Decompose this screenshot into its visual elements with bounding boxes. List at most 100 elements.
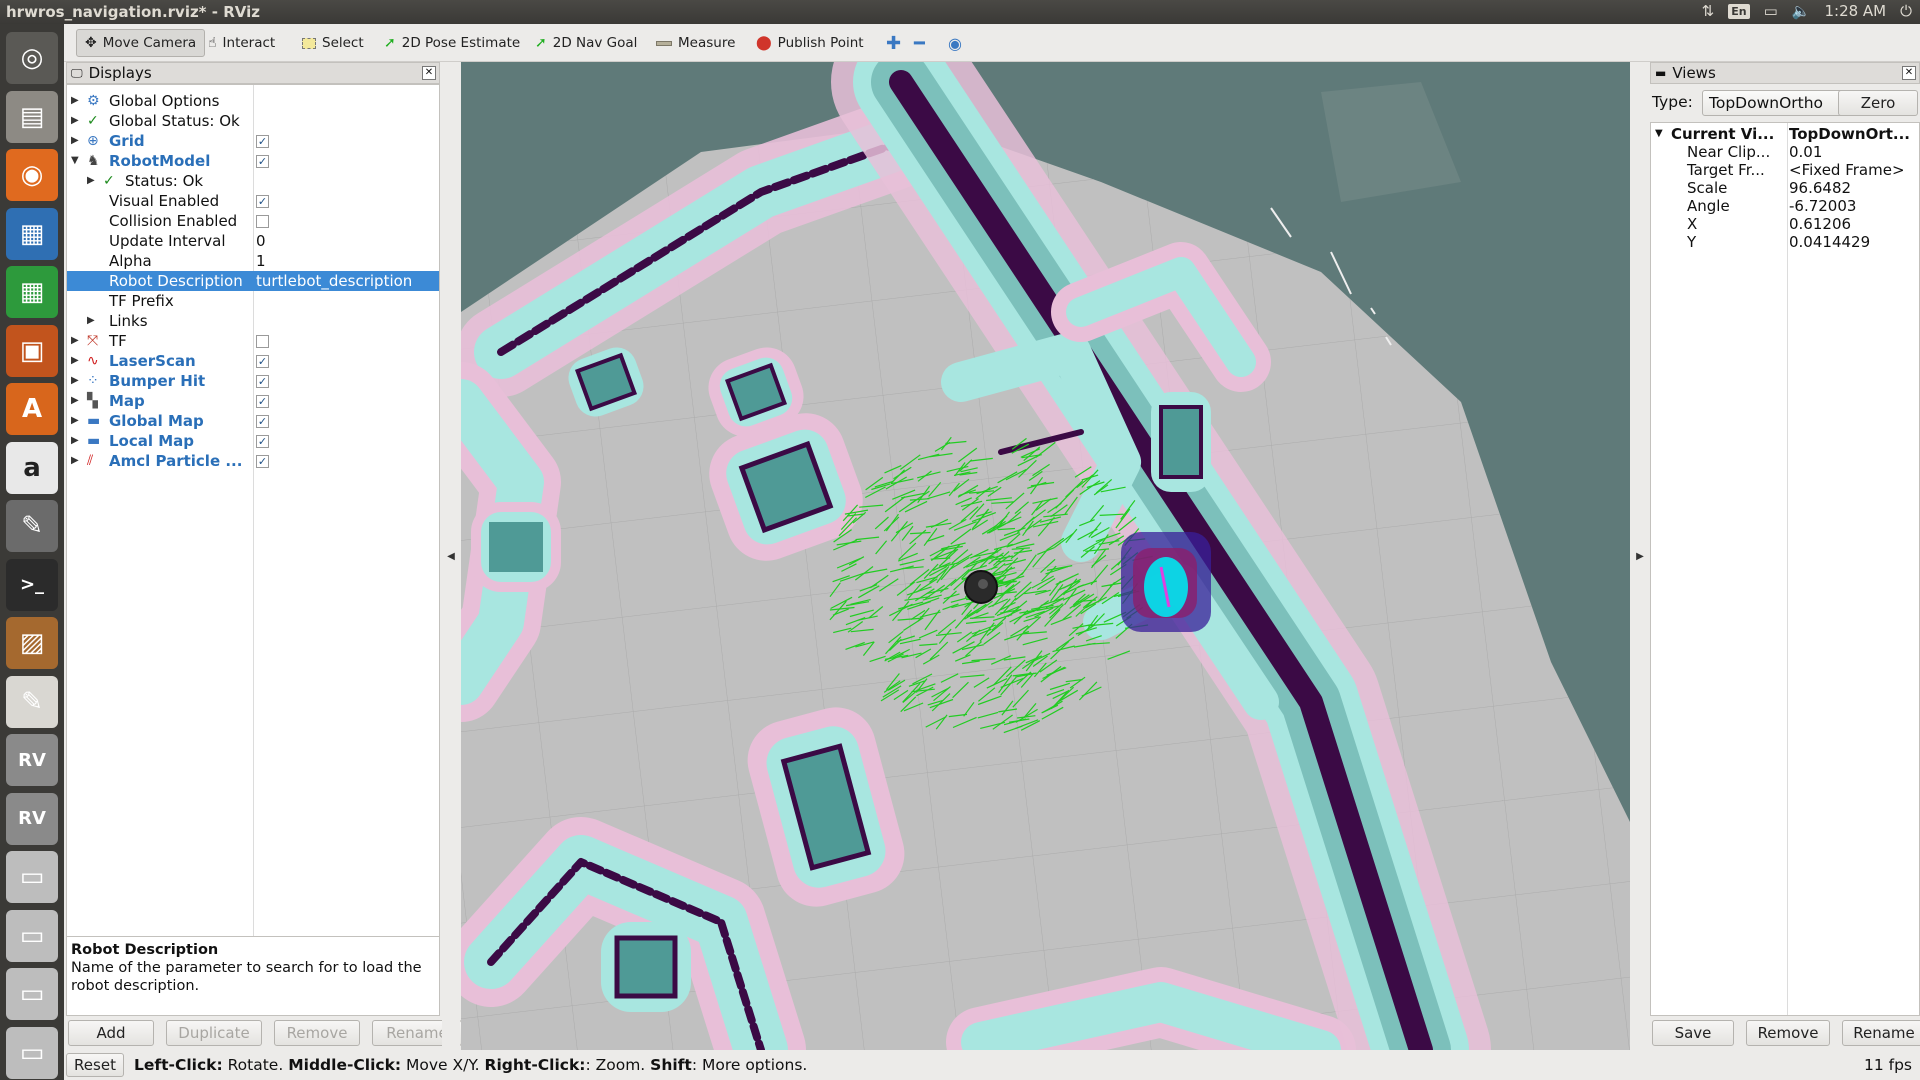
reset-button[interactable]: Reset <box>66 1053 124 1077</box>
expand-arrow-icon[interactable]: ▶ <box>71 451 79 471</box>
display-checkbox[interactable] <box>256 335 269 348</box>
display-row-value[interactable]: 1 <box>256 251 266 271</box>
keyboard-language[interactable]: En <box>1728 3 1750 19</box>
view-property-value[interactable]: 0.61206 <box>1789 215 1851 233</box>
select-tool[interactable]: Select <box>294 29 372 57</box>
display-checkbox[interactable]: ✓ <box>256 195 269 208</box>
drive-icon[interactable]: ▭ <box>6 909 58 962</box>
display-row[interactable]: ▶ ✓ Status: Ok <box>67 171 439 191</box>
display-row-value[interactable]: 0 <box>256 231 266 251</box>
view-property-value[interactable]: 0.01 <box>1789 143 1822 161</box>
drive-icon[interactable]: ▭ <box>6 968 58 1020</box>
pose-estimate-tool[interactable]: ➚ 2D Pose Estimate <box>376 29 528 57</box>
battery-icon[interactable]: ▭ <box>1764 2 1778 20</box>
display-row[interactable]: Alpha 1 <box>67 251 439 271</box>
box-icon[interactable]: ▨ <box>6 617 58 669</box>
display-checkbox[interactable]: ✓ <box>256 415 269 428</box>
view-property-value[interactable]: <Fixed Frame> <box>1789 161 1905 179</box>
view-property-row[interactable]: Target Fr... <Fixed Frame> <box>1651 161 1919 179</box>
display-checkbox[interactable]: ✓ <box>256 375 269 388</box>
view-property-row[interactable]: Angle -6.72003 <box>1651 197 1919 215</box>
terminal-icon[interactable]: >_ <box>6 558 58 611</box>
display-row[interactable]: ▶ ⤧ TF <box>67 331 439 351</box>
close-icon[interactable]: ✕ <box>422 66 436 80</box>
expand-arrow-icon[interactable]: ▶ <box>71 331 79 351</box>
move-camera-tool[interactable]: ✥ Move Camera <box>76 29 206 57</box>
expand-arrow-icon[interactable]: ▶ <box>71 351 79 371</box>
display-checkbox[interactable]: ✓ <box>256 155 269 168</box>
drive-icon[interactable]: ▭ <box>6 1026 58 1079</box>
display-row[interactable]: Visual Enabled ✓ <box>67 191 439 211</box>
display-row[interactable]: ▶ ✓ Global Status: Ok <box>67 111 439 131</box>
display-row[interactable]: ▶ ⊕ Grid ✓ <box>67 131 439 151</box>
expand-arrow-icon[interactable]: ▶ <box>71 111 79 131</box>
display-checkbox[interactable] <box>256 215 269 228</box>
display-row[interactable]: ▶ ⚙ Global Options <box>67 91 439 111</box>
calc-icon[interactable]: ▦ <box>6 266 58 318</box>
network-icon[interactable]: ⇅ <box>1702 2 1715 20</box>
collapse-arrow-icon[interactable]: ▼ <box>1655 125 1663 143</box>
remove-tool-button[interactable]: ━ <box>906 29 933 57</box>
display-row[interactable]: ▶ ▚ Map ✓ <box>67 391 439 411</box>
expand-arrow-icon[interactable]: ▶ <box>87 171 95 191</box>
drive-icon[interactable]: ▭ <box>6 851 58 903</box>
settings-icon[interactable]: ✎ <box>6 500 58 552</box>
ubuntu-dash-icon[interactable]: ◎ <box>6 32 58 84</box>
expand-arrow-icon[interactable]: ▶ <box>71 431 79 451</box>
view-property-value[interactable]: 0.0414429 <box>1789 233 1870 251</box>
view-property-row[interactable]: ▼ Current Vi... TopDownOrt... <box>1651 125 1919 143</box>
expand-arrow-icon[interactable]: ▶ <box>71 91 79 111</box>
remove-view-button[interactable]: Remove <box>1746 1020 1830 1046</box>
expand-arrow-icon[interactable]: ▶ <box>71 391 79 411</box>
display-checkbox[interactable]: ✓ <box>256 435 269 448</box>
display-row[interactable]: Robot Description turtlebot_description <box>67 271 439 291</box>
expand-arrow-icon[interactable]: ▶ <box>71 371 79 391</box>
rename-view-button[interactable]: Rename <box>1842 1020 1920 1046</box>
power-icon[interactable]: ⏻ <box>1900 2 1912 20</box>
view-property-row[interactable]: Y 0.0414429 <box>1651 233 1919 251</box>
text-editor-icon[interactable]: ✎ <box>6 675 58 728</box>
collapse-arrow-icon[interactable]: ▼ <box>71 151 79 171</box>
view-property-value[interactable]: -6.72003 <box>1789 197 1856 215</box>
tool-properties-button[interactable]: ◉ <box>940 29 970 57</box>
view-property-row[interactable]: X 0.61206 <box>1651 215 1919 233</box>
display-row[interactable]: Update Interval 0 <box>67 231 439 251</box>
view-property-value[interactable]: TopDownOrt... <box>1789 125 1910 143</box>
render-view[interactable] <box>461 62 1630 1050</box>
display-checkbox[interactable]: ✓ <box>256 395 269 408</box>
close-icon[interactable]: ✕ <box>1902 66 1916 80</box>
add-tool-button[interactable]: ✚ <box>878 29 909 57</box>
interact-tool[interactable]: ☝ Interact <box>200 29 283 57</box>
display-row[interactable]: Collision Enabled <box>67 211 439 231</box>
display-checkbox[interactable]: ✓ <box>256 455 269 468</box>
expand-arrow-icon[interactable]: ▶ <box>87 311 95 331</box>
firefox-icon[interactable]: ◉ <box>6 149 58 201</box>
rviz-icon[interactable]: RV <box>6 734 58 786</box>
view-property-row[interactable]: Near Clip... 0.01 <box>1651 143 1919 161</box>
remove-button[interactable]: Remove <box>274 1020 360 1046</box>
nav-goal-tool[interactable]: ➚ 2D Nav Goal <box>527 29 645 57</box>
publish-point-tool[interactable]: ⬤ Publish Point <box>748 29 872 57</box>
display-checkbox[interactable]: ✓ <box>256 355 269 368</box>
display-row[interactable]: ▶ ▬ Global Map ✓ <box>67 411 439 431</box>
save-view-button[interactable]: Save <box>1652 1020 1734 1046</box>
view-property-row[interactable]: Scale 96.6482 <box>1651 179 1919 197</box>
writer-icon[interactable]: ▦ <box>6 207 58 260</box>
duplicate-button[interactable]: Duplicate <box>166 1020 262 1046</box>
amazon-icon[interactable]: a <box>6 441 58 494</box>
measure-tool[interactable]: Measure <box>648 29 743 57</box>
impress-icon[interactable]: ▣ <box>6 324 58 377</box>
right-splitter[interactable]: ▶ <box>1631 62 1649 1050</box>
display-checkbox[interactable]: ✓ <box>256 135 269 148</box>
display-row-value[interactable]: turtlebot_description <box>256 271 412 291</box>
volume-icon[interactable]: 🔈 <box>1792 2 1811 20</box>
expand-arrow-icon[interactable]: ▶ <box>71 411 79 431</box>
expand-arrow-icon[interactable]: ▶ <box>71 131 79 151</box>
display-row[interactable]: ▶ ∿ LaserScan ✓ <box>67 351 439 371</box>
map-canvas[interactable] <box>461 62 1630 1050</box>
clock[interactable]: 1:28 AM <box>1824 2 1886 20</box>
display-row[interactable]: ▶ ⁘ Bumper Hit ✓ <box>67 371 439 391</box>
view-property-value[interactable]: 96.6482 <box>1789 179 1851 197</box>
display-row[interactable]: TF Prefix <box>67 291 439 311</box>
left-splitter[interactable]: ◀ <box>442 62 460 1050</box>
